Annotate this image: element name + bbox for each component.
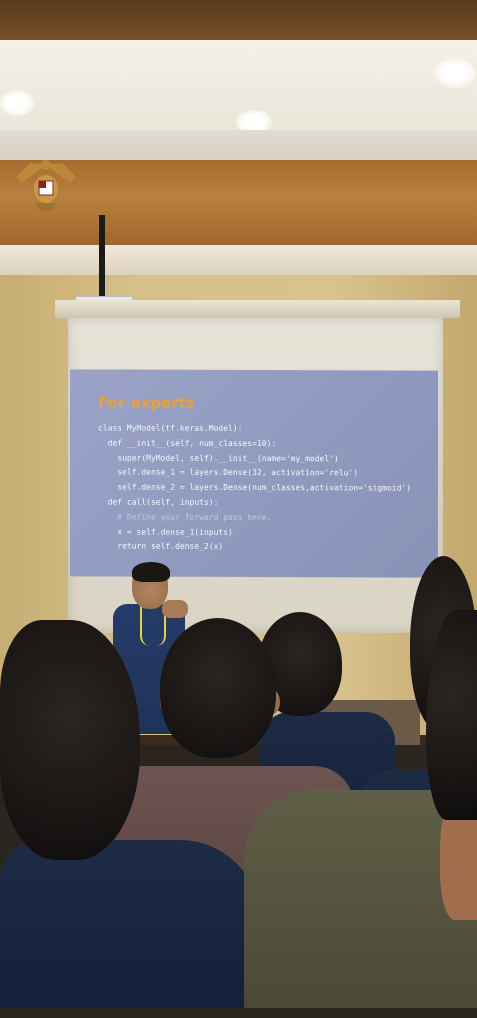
wall-trim [0, 245, 477, 277]
ceiling-light [0, 90, 34, 116]
code-line: class MyModel(tf.keras.Model): [98, 423, 243, 433]
garuda-emblem-icon [16, 160, 76, 211]
ceiling-light [434, 58, 476, 88]
projector-pole [99, 215, 105, 300]
speaker-hair [132, 562, 170, 582]
code-line: x = self.dense_1(inputs) [98, 527, 233, 537]
audience-head [160, 618, 276, 758]
slide-title: For experts [98, 393, 195, 412]
speaker-hand [162, 600, 188, 618]
code-line: return self.dense_2(x) [98, 541, 224, 552]
code-block: class MyModel(tf.keras.Model): def __ini… [98, 421, 411, 555]
code-line: self.dense_1 = layers.Dense(32, activati… [98, 467, 359, 478]
code-line: super(MyModel, self).__init__(name='my_m… [98, 453, 339, 463]
screen-housing [55, 300, 460, 318]
audience-body [0, 840, 260, 1008]
code-comment: # Define your forward pass here. [98, 512, 272, 522]
audience-head [0, 620, 140, 860]
code-line: def __init__(self, num_classes=10): [98, 438, 277, 448]
code-line: def call(self, inputs): [98, 497, 219, 507]
code-line: self.dense_2 = layers.Dense(num_classes,… [98, 482, 412, 493]
slide: For experts class MyModel(tf.keras.Model… [70, 369, 438, 578]
